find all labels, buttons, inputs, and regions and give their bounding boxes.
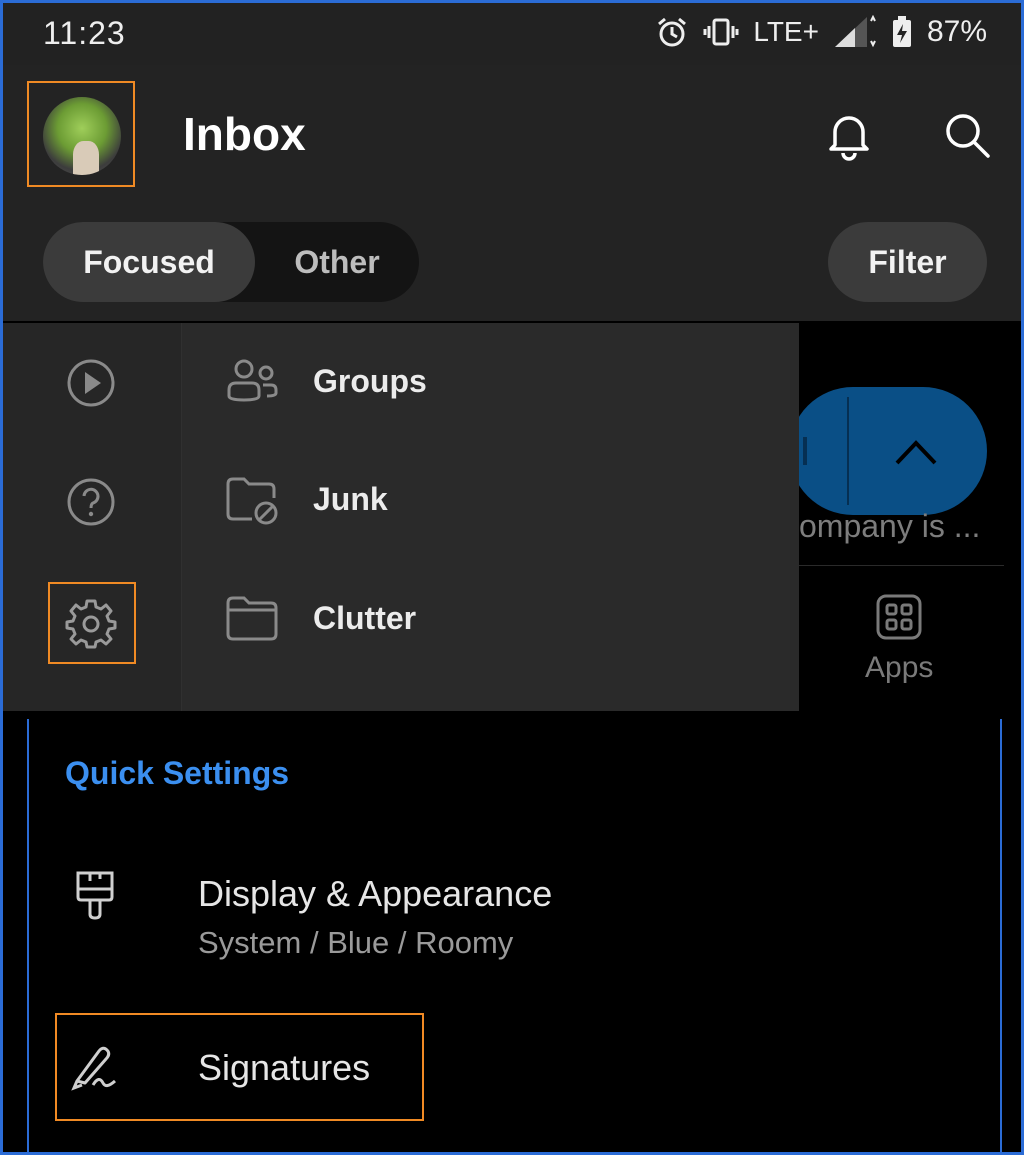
bell-icon[interactable] xyxy=(823,109,875,161)
status-bar: 11:23 LTE+ 87% xyxy=(3,3,1021,65)
drawer-rail xyxy=(3,323,182,711)
vibrate-icon xyxy=(703,18,739,46)
drawer-item-label: Clutter xyxy=(313,599,417,636)
apps-label[interactable]: Apps xyxy=(865,651,933,685)
filter-button[interactable]: Filter xyxy=(828,222,987,302)
apps-icon[interactable] xyxy=(875,593,923,641)
avatar xyxy=(43,97,121,175)
battery-charging-icon xyxy=(892,16,911,47)
groups-icon xyxy=(227,359,278,402)
drawer-item-label: Groups xyxy=(313,362,427,399)
drawer-item-label: Junk xyxy=(313,480,388,517)
status-time: 11:23 xyxy=(43,15,126,51)
message-snippet: ompany is ... xyxy=(799,508,981,544)
inbox-tab-switch: Focused Other xyxy=(43,222,419,302)
play-icon[interactable] xyxy=(65,357,117,409)
drawer-item-groups[interactable]: Groups xyxy=(225,351,427,411)
app-frame: 11:23 LTE+ 87% Inbox Focused Other Filte… xyxy=(0,0,1024,1155)
account-avatar-button[interactable] xyxy=(27,81,135,187)
chevron-up-icon[interactable] xyxy=(889,431,943,471)
signatures-label[interactable]: Signatures xyxy=(198,1047,370,1089)
drawer-item-clutter[interactable]: Clutter xyxy=(225,588,416,648)
junk-folder-icon xyxy=(226,477,278,525)
panel-border xyxy=(1000,719,1002,1152)
battery-percent: 87% xyxy=(926,15,987,48)
gear-icon[interactable] xyxy=(65,597,117,649)
page-title: Inbox xyxy=(183,108,306,160)
tab-other[interactable]: Other xyxy=(255,222,419,302)
quick-settings-title: Quick Settings xyxy=(65,755,290,791)
folder-icon xyxy=(226,596,278,641)
display-appearance-label[interactable]: Display & Appearance xyxy=(198,873,552,915)
tab-focused[interactable]: Focused xyxy=(43,222,255,302)
signature-pen-icon xyxy=(71,1046,116,1091)
divider xyxy=(799,565,1004,566)
signal-icon xyxy=(834,15,876,48)
compose-pill-bar xyxy=(803,437,807,465)
compose-menu-pill[interactable] xyxy=(789,387,987,515)
compose-pill-divider xyxy=(847,397,849,505)
search-icon[interactable] xyxy=(941,109,993,161)
alarm-icon xyxy=(658,17,687,47)
folder-drawer: Groups Junk Clutter xyxy=(3,323,799,711)
help-icon[interactable] xyxy=(65,476,117,528)
display-appearance-subtitle: System / Blue / Roomy xyxy=(198,925,514,960)
panel-border xyxy=(27,719,29,1152)
paintbrush-icon xyxy=(76,871,114,920)
status-icons: LTE+ 87% xyxy=(655,15,987,49)
network-type: LTE+ xyxy=(753,16,819,47)
inbox-header: Inbox Focused Other Filter xyxy=(3,65,1021,321)
drawer-item-junk[interactable]: Junk xyxy=(225,469,388,529)
